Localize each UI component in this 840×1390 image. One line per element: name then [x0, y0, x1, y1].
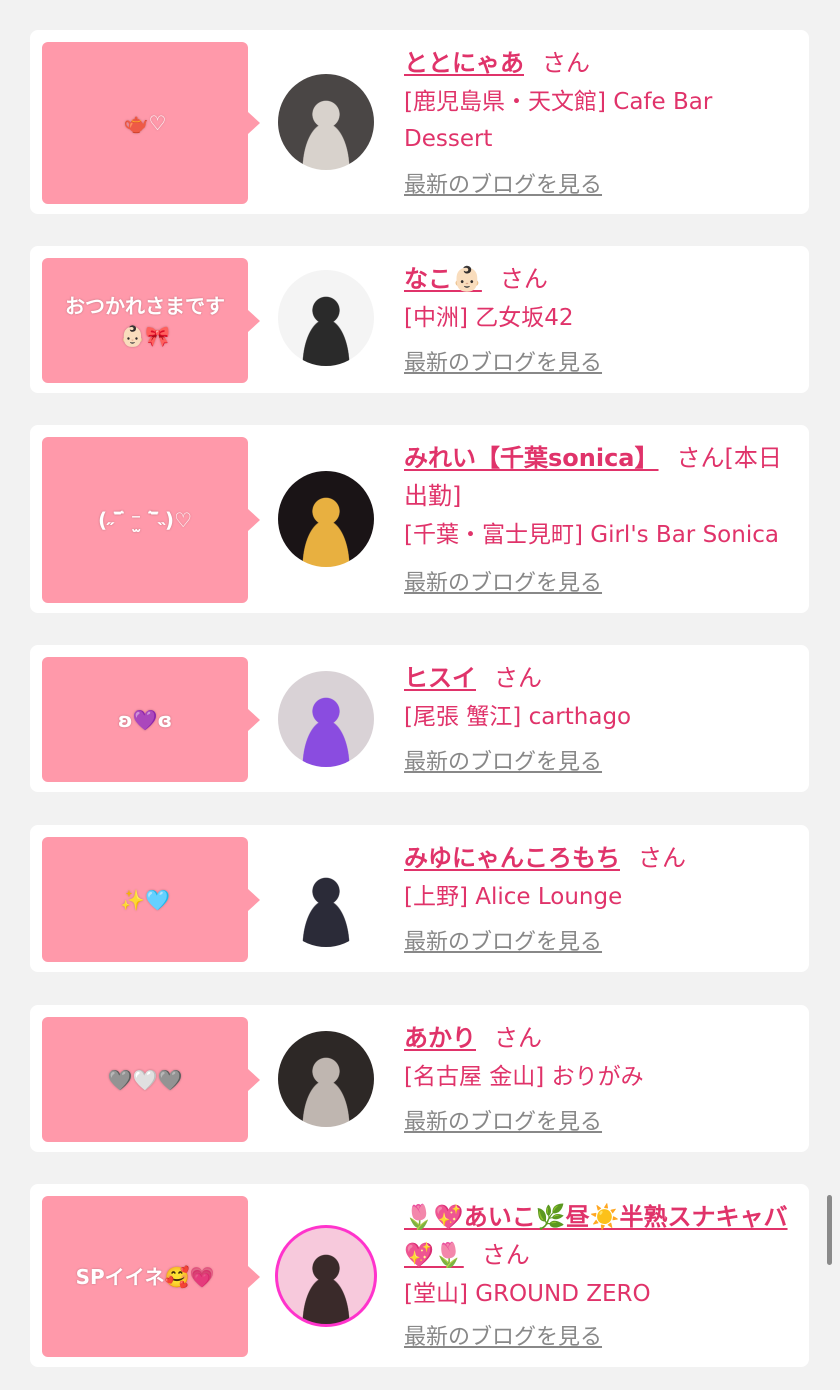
avatar[interactable] — [278, 1228, 374, 1324]
cast-name-link[interactable]: 🌷💖あいこ🌿昼☀️半熟スナキャバ💖🌷 — [404, 1203, 788, 1269]
shop-label: [千葉・富士見町] Girl's Bar Sonica — [404, 522, 779, 548]
cast-card: ✨🩵 みゆにゃんころもち さん [上野] Alice Lounge 最新のブログを見る — [30, 825, 809, 972]
cast-info: みゆにゃんころもち さん [上野] Alice Lounge — [404, 839, 796, 916]
cast-info: ととにゃあ さん [鹿児島県・天文館] Cafe Bar Dessert — [404, 44, 796, 158]
latest-blog-link[interactable]: 最新のブログを見る — [404, 570, 602, 598]
name-line: ヒスイ さん — [404, 659, 796, 697]
cast-info: 🌷💖あいこ🌿昼☀️半熟スナキャバ💖🌷 さん [堂山] GROUND ZERO — [404, 1198, 796, 1313]
latest-blog-link[interactable]: 最新のブログを見る — [404, 172, 602, 200]
scrollbar-thumb[interactable] — [827, 1195, 832, 1265]
avatar[interactable] — [278, 1031, 374, 1127]
shop-label: [鹿児島県・天文館] Cafe Bar Dessert — [404, 89, 713, 152]
shop-label: [上野] Alice Lounge — [404, 884, 623, 910]
avatar[interactable] — [278, 671, 374, 767]
cast-card: おつかれさまです 👶🏻🎀 なこ👶🏻 さん [中洲] 乙女坂42 最新のブログを見る — [30, 246, 809, 393]
name-line: ととにゃあ さん — [404, 44, 796, 82]
comment-bubble: ʚ💜ɞ — [42, 657, 260, 782]
cast-card: SPイイネ🥰💗 🌷💖あいこ🌿昼☀️半熟スナキャバ💖🌷 さん [堂山] GROUND Z… — [30, 1184, 809, 1367]
shop-label: [堂山] GROUND ZERO — [404, 1281, 651, 1307]
comment-text: 🫖♡ — [123, 111, 167, 135]
latest-blog-link[interactable]: 最新のブログを見る — [404, 929, 602, 957]
cast-info: みれい【千葉sonica】 さん[本日出勤] [千葉・富士見町] Girl's Ba… — [404, 439, 796, 554]
comment-text: ✨🩵 — [120, 887, 170, 912]
latest-blog-link[interactable]: 最新のブログを見る — [404, 1324, 602, 1352]
cast-name-link[interactable]: なこ👶🏻 — [404, 265, 482, 293]
avatar[interactable] — [278, 270, 374, 366]
latest-blog-link[interactable]: 最新のブログを見る — [404, 1109, 602, 1137]
cast-card: 🫖♡ ととにゃあ さん [鹿児島県・天文館] Cafe Bar Dessert 最新のブ… — [30, 30, 809, 214]
cast-name-link[interactable]: あかり — [404, 1024, 476, 1052]
cast-card: ʚ💜ɞ ヒスイ さん [尾張 蟹江] carthago 最新のブログを見る — [30, 645, 809, 792]
name-line: なこ👶🏻 さん — [404, 260, 796, 298]
comment-bubble: ✨🩵 — [42, 837, 260, 962]
name-line: あかり さん — [404, 1019, 796, 1057]
name-suffix: さん — [494, 664, 542, 692]
shop-label: [名古屋 金山] おりがみ — [404, 1064, 644, 1090]
comment-text: おつかれさまです 👶🏻🎀 — [65, 293, 225, 348]
name-line: みれい【千葉sonica】 さん[本日出勤] — [404, 439, 796, 515]
name-suffix: さん — [481, 1241, 530, 1269]
comment-bubble: (˶‾᷄ ⁻̫ ‾᷅˵)♡ — [42, 437, 260, 603]
comment-text: 🩶🤍🩶 — [107, 1067, 183, 1092]
comment-text: SPイイネ🥰💗 — [75, 1264, 215, 1289]
comment-text: ʚ💜ɞ — [117, 707, 173, 732]
cast-info: あかり さん [名古屋 金山] おりがみ — [404, 1019, 796, 1096]
cast-name-link[interactable]: みれい【千葉sonica】 — [404, 444, 659, 472]
name-line: 🌷💖あいこ🌿昼☀️半熟スナキャバ💖🌷 さん — [404, 1198, 796, 1274]
comment-bubble: 🩶🤍🩶 — [42, 1017, 260, 1142]
name-line: みゆにゃんころもち さん — [404, 839, 796, 877]
comment-bubble: 🫖♡ — [42, 42, 260, 204]
name-suffix: さん — [499, 265, 548, 293]
name-suffix: さん — [494, 1024, 542, 1052]
comment-bubble: SPイイネ🥰💗 — [42, 1196, 260, 1357]
cast-info: ヒスイ さん [尾張 蟹江] carthago — [404, 659, 796, 736]
cast-card: 🩶🤍🩶 あかり さん [名古屋 金山] おりがみ 最新のブログを見る — [30, 1005, 809, 1152]
cast-info: なこ👶🏻 さん [中洲] 乙女坂42 — [404, 260, 796, 337]
comment-bubble: おつかれさまです 👶🏻🎀 — [42, 258, 260, 383]
cast-name-link[interactable]: ととにゃあ — [404, 49, 524, 77]
cast-name-link[interactable]: ヒスイ — [404, 664, 476, 692]
avatar[interactable] — [278, 74, 374, 170]
avatar[interactable] — [278, 471, 374, 567]
latest-blog-link[interactable]: 最新のブログを見る — [404, 749, 602, 777]
shop-label: [中洲] 乙女坂42 — [404, 305, 574, 331]
name-suffix: さん — [542, 49, 590, 77]
cast-card: (˶‾᷄ ⁻̫ ‾᷅˵)♡ みれい【千葉sonica】 さん[本日出勤] [千葉・富士… — [30, 425, 809, 613]
name-suffix: さん — [638, 844, 686, 872]
latest-blog-link[interactable]: 最新のブログを見る — [404, 350, 602, 378]
cast-name-link[interactable]: みゆにゃんころもち — [404, 844, 620, 872]
comment-text: (˶‾᷄ ⁻̫ ‾᷅˵)♡ — [97, 508, 192, 532]
shop-label: [尾張 蟹江] carthago — [404, 704, 632, 730]
avatar[interactable] — [278, 851, 374, 947]
